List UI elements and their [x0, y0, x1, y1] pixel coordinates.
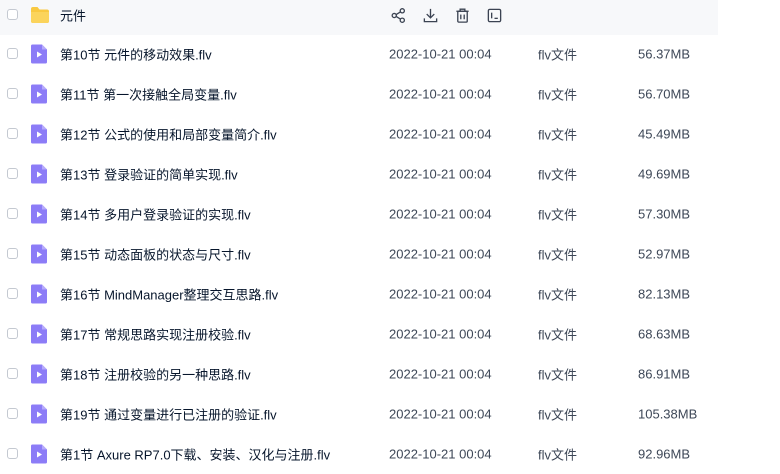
- file-date: 2022-10-21 00:04: [389, 246, 492, 262]
- folder-actions: [388, 5, 516, 25]
- file-row[interactable]: 第12节 公式的使用和局部变量简介.flv 2022-10-21 00:04 f…: [0, 114, 718, 154]
- file-name[interactable]: 第10节 元件的移动效果.flv: [60, 45, 212, 64]
- row-checkbox[interactable]: [7, 88, 18, 99]
- file-row[interactable]: 第13节 登录验证的简单实现.flv 2022-10-21 00:04 flv文…: [0, 154, 718, 194]
- file-date: 2022-10-21 00:04: [389, 126, 492, 142]
- file-size: 82.13MB: [638, 286, 691, 302]
- file-size: 52.97MB: [638, 246, 691, 262]
- file-size: 105.38MB: [638, 406, 698, 422]
- file-date: 2022-10-21 00:04: [389, 46, 492, 62]
- file-type: flv文件: [538, 287, 578, 303]
- file-type: flv文件: [538, 327, 578, 343]
- file-date: 2022-10-21 00:04: [389, 366, 492, 382]
- download-button[interactable]: [420, 5, 440, 25]
- video-file-icon: [31, 324, 47, 344]
- file-name[interactable]: 第17节 常规思路实现注册校验.flv: [60, 325, 251, 344]
- share-button[interactable]: [388, 5, 408, 25]
- video-file-icon: [31, 364, 47, 384]
- file-date: 2022-10-21 00:04: [389, 206, 492, 222]
- video-file-icon: [31, 84, 47, 104]
- video-file-icon: [31, 284, 47, 304]
- file-date: 2022-10-21 00:04: [389, 446, 492, 462]
- file-row[interactable]: 第17节 常规思路实现注册校验.flv 2022-10-21 00:04 flv…: [0, 314, 718, 354]
- file-row[interactable]: 第15节 动态面板的状态与尺寸.flv 2022-10-21 00:04 flv…: [0, 234, 718, 274]
- file-date: 2022-10-21 00:04: [389, 406, 492, 422]
- delete-button[interactable]: [452, 5, 472, 25]
- delete-icon: [455, 8, 469, 23]
- file-type: flv文件: [538, 247, 578, 263]
- file-name[interactable]: 第11节 第一次接触全局变量.flv: [60, 85, 237, 104]
- file-name[interactable]: 第16节 MindManager整理交互思路.flv: [60, 285, 278, 304]
- file-type: flv文件: [538, 367, 578, 383]
- video-file-icon: [31, 444, 47, 464]
- file-type: flv文件: [538, 127, 578, 143]
- video-file-icon: [31, 204, 47, 224]
- file-size: 86.91MB: [638, 366, 691, 382]
- file-type: flv文件: [538, 447, 578, 463]
- video-file-icon: [31, 164, 47, 184]
- row-checkbox[interactable]: [7, 48, 18, 59]
- file-name[interactable]: 第15节 动态面板的状态与尺寸.flv: [60, 245, 251, 264]
- file-size: 57.30MB: [638, 206, 691, 222]
- video-file-icon: [31, 44, 47, 64]
- row-checkbox[interactable]: [7, 208, 18, 219]
- file-date: 2022-10-21 00:04: [389, 166, 492, 182]
- file-name[interactable]: 第19节 通过变量进行已注册的验证.flv: [60, 405, 277, 424]
- folder-row[interactable]: 元件: [0, 0, 718, 35]
- row-checkbox[interactable]: [7, 328, 18, 339]
- row-checkbox[interactable]: [7, 368, 18, 379]
- folder-icon: [31, 7, 49, 23]
- file-row[interactable]: 第16节 MindManager整理交互思路.flv 2022-10-21 00…: [0, 274, 718, 314]
- file-type: flv文件: [538, 87, 578, 103]
- row-checkbox[interactable]: [7, 448, 18, 459]
- row-checkbox[interactable]: [7, 248, 18, 259]
- download-icon: [423, 8, 437, 22]
- file-type: flv文件: [538, 207, 578, 223]
- file-row[interactable]: 第14节 多用户登录验证的实现.flv 2022-10-21 00:04 flv…: [0, 194, 718, 234]
- file-date: 2022-10-21 00:04: [389, 286, 492, 302]
- file-size: 56.70MB: [638, 86, 691, 102]
- video-file-icon: [31, 404, 47, 424]
- file-list: 元件 第10节 元件的移动效果.flv 2022-10-21 00:04 flv…: [0, 0, 780, 464]
- file-row[interactable]: 第11节 第一次接触全局变量.flv 2022-10-21 00:04 flv文…: [0, 74, 718, 114]
- file-name[interactable]: 第18节 注册校验的另一种思路.flv: [60, 365, 251, 384]
- file-name[interactable]: 第14节 多用户登录验证的实现.flv: [60, 205, 251, 224]
- file-size: 56.37MB: [638, 46, 691, 62]
- file-date: 2022-10-21 00:04: [389, 86, 492, 102]
- file-name[interactable]: 第13节 登录验证的简单实现.flv: [60, 165, 238, 184]
- file-type: flv文件: [538, 167, 578, 183]
- file-size: 45.49MB: [638, 126, 691, 142]
- more-icon: [487, 8, 501, 22]
- file-size: 92.96MB: [638, 446, 691, 462]
- file-date: 2022-10-21 00:04: [389, 326, 492, 342]
- row-checkbox[interactable]: [7, 128, 18, 139]
- file-row[interactable]: 第10节 元件的移动效果.flv 2022-10-21 00:04 flv文件 …: [0, 34, 718, 74]
- file-type: flv文件: [538, 407, 578, 423]
- row-checkbox[interactable]: [7, 408, 18, 419]
- row-checkbox[interactable]: [7, 9, 18, 20]
- row-checkbox[interactable]: [7, 288, 18, 299]
- file-size: 49.69MB: [638, 166, 691, 182]
- file-name[interactable]: 第12节 公式的使用和局部变量简介.flv: [60, 125, 277, 144]
- file-row[interactable]: 第18节 注册校验的另一种思路.flv 2022-10-21 00:04 flv…: [0, 354, 718, 394]
- folder-name[interactable]: 元件: [60, 6, 86, 25]
- row-checkbox[interactable]: [7, 168, 18, 179]
- share-icon: [391, 7, 405, 23]
- file-row[interactable]: 第1节 Axure RP7.0下载、安装、汉化与注册.flv 2022-10-2…: [0, 434, 718, 474]
- file-name[interactable]: 第1节 Axure RP7.0下载、安装、汉化与注册.flv: [60, 445, 330, 464]
- video-file-icon: [31, 244, 47, 264]
- more-button[interactable]: [484, 5, 504, 25]
- file-type: flv文件: [538, 47, 578, 63]
- video-file-icon: [31, 124, 47, 144]
- file-size: 68.63MB: [638, 326, 691, 342]
- file-row[interactable]: 第19节 通过变量进行已注册的验证.flv 2022-10-21 00:04 f…: [0, 394, 718, 434]
